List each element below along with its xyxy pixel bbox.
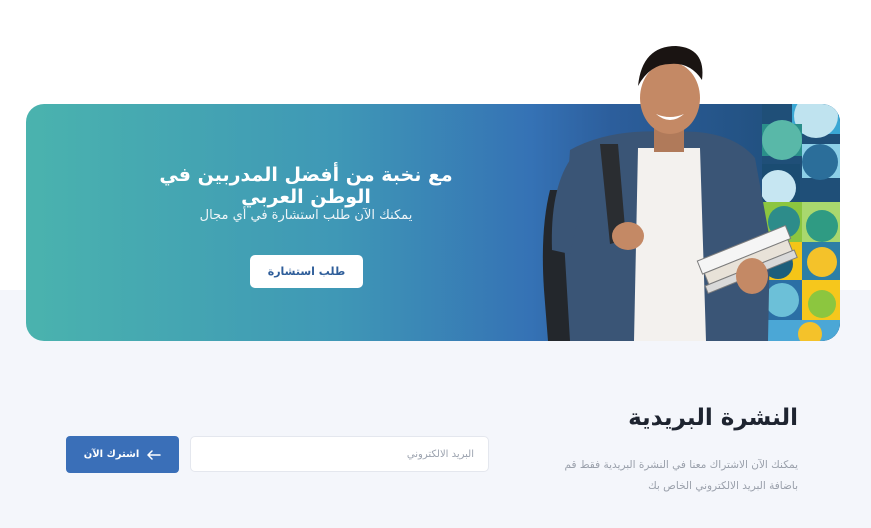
email-input[interactable] [190, 436, 489, 472]
request-consultation-button[interactable]: طلب استشارة [250, 255, 363, 288]
student-illustration [542, 46, 798, 341]
subscribe-button[interactable]: اشترك الآن [66, 436, 179, 473]
banner-subtitle: يمكنك الآن طلب استشارة في أي مجال [199, 208, 413, 223]
subscribe-button-label: اشترك الآن [83, 449, 140, 460]
newsletter-description: يمكنك الآن الاشتراك معنا في النشرة البري… [564, 459, 798, 492]
banner-title: مع نخبة من أفضل المدربين في الوطن العربي [159, 164, 453, 208]
newsletter-title: النشرة البريدية [628, 405, 798, 431]
arrow-left-icon [147, 449, 162, 460]
